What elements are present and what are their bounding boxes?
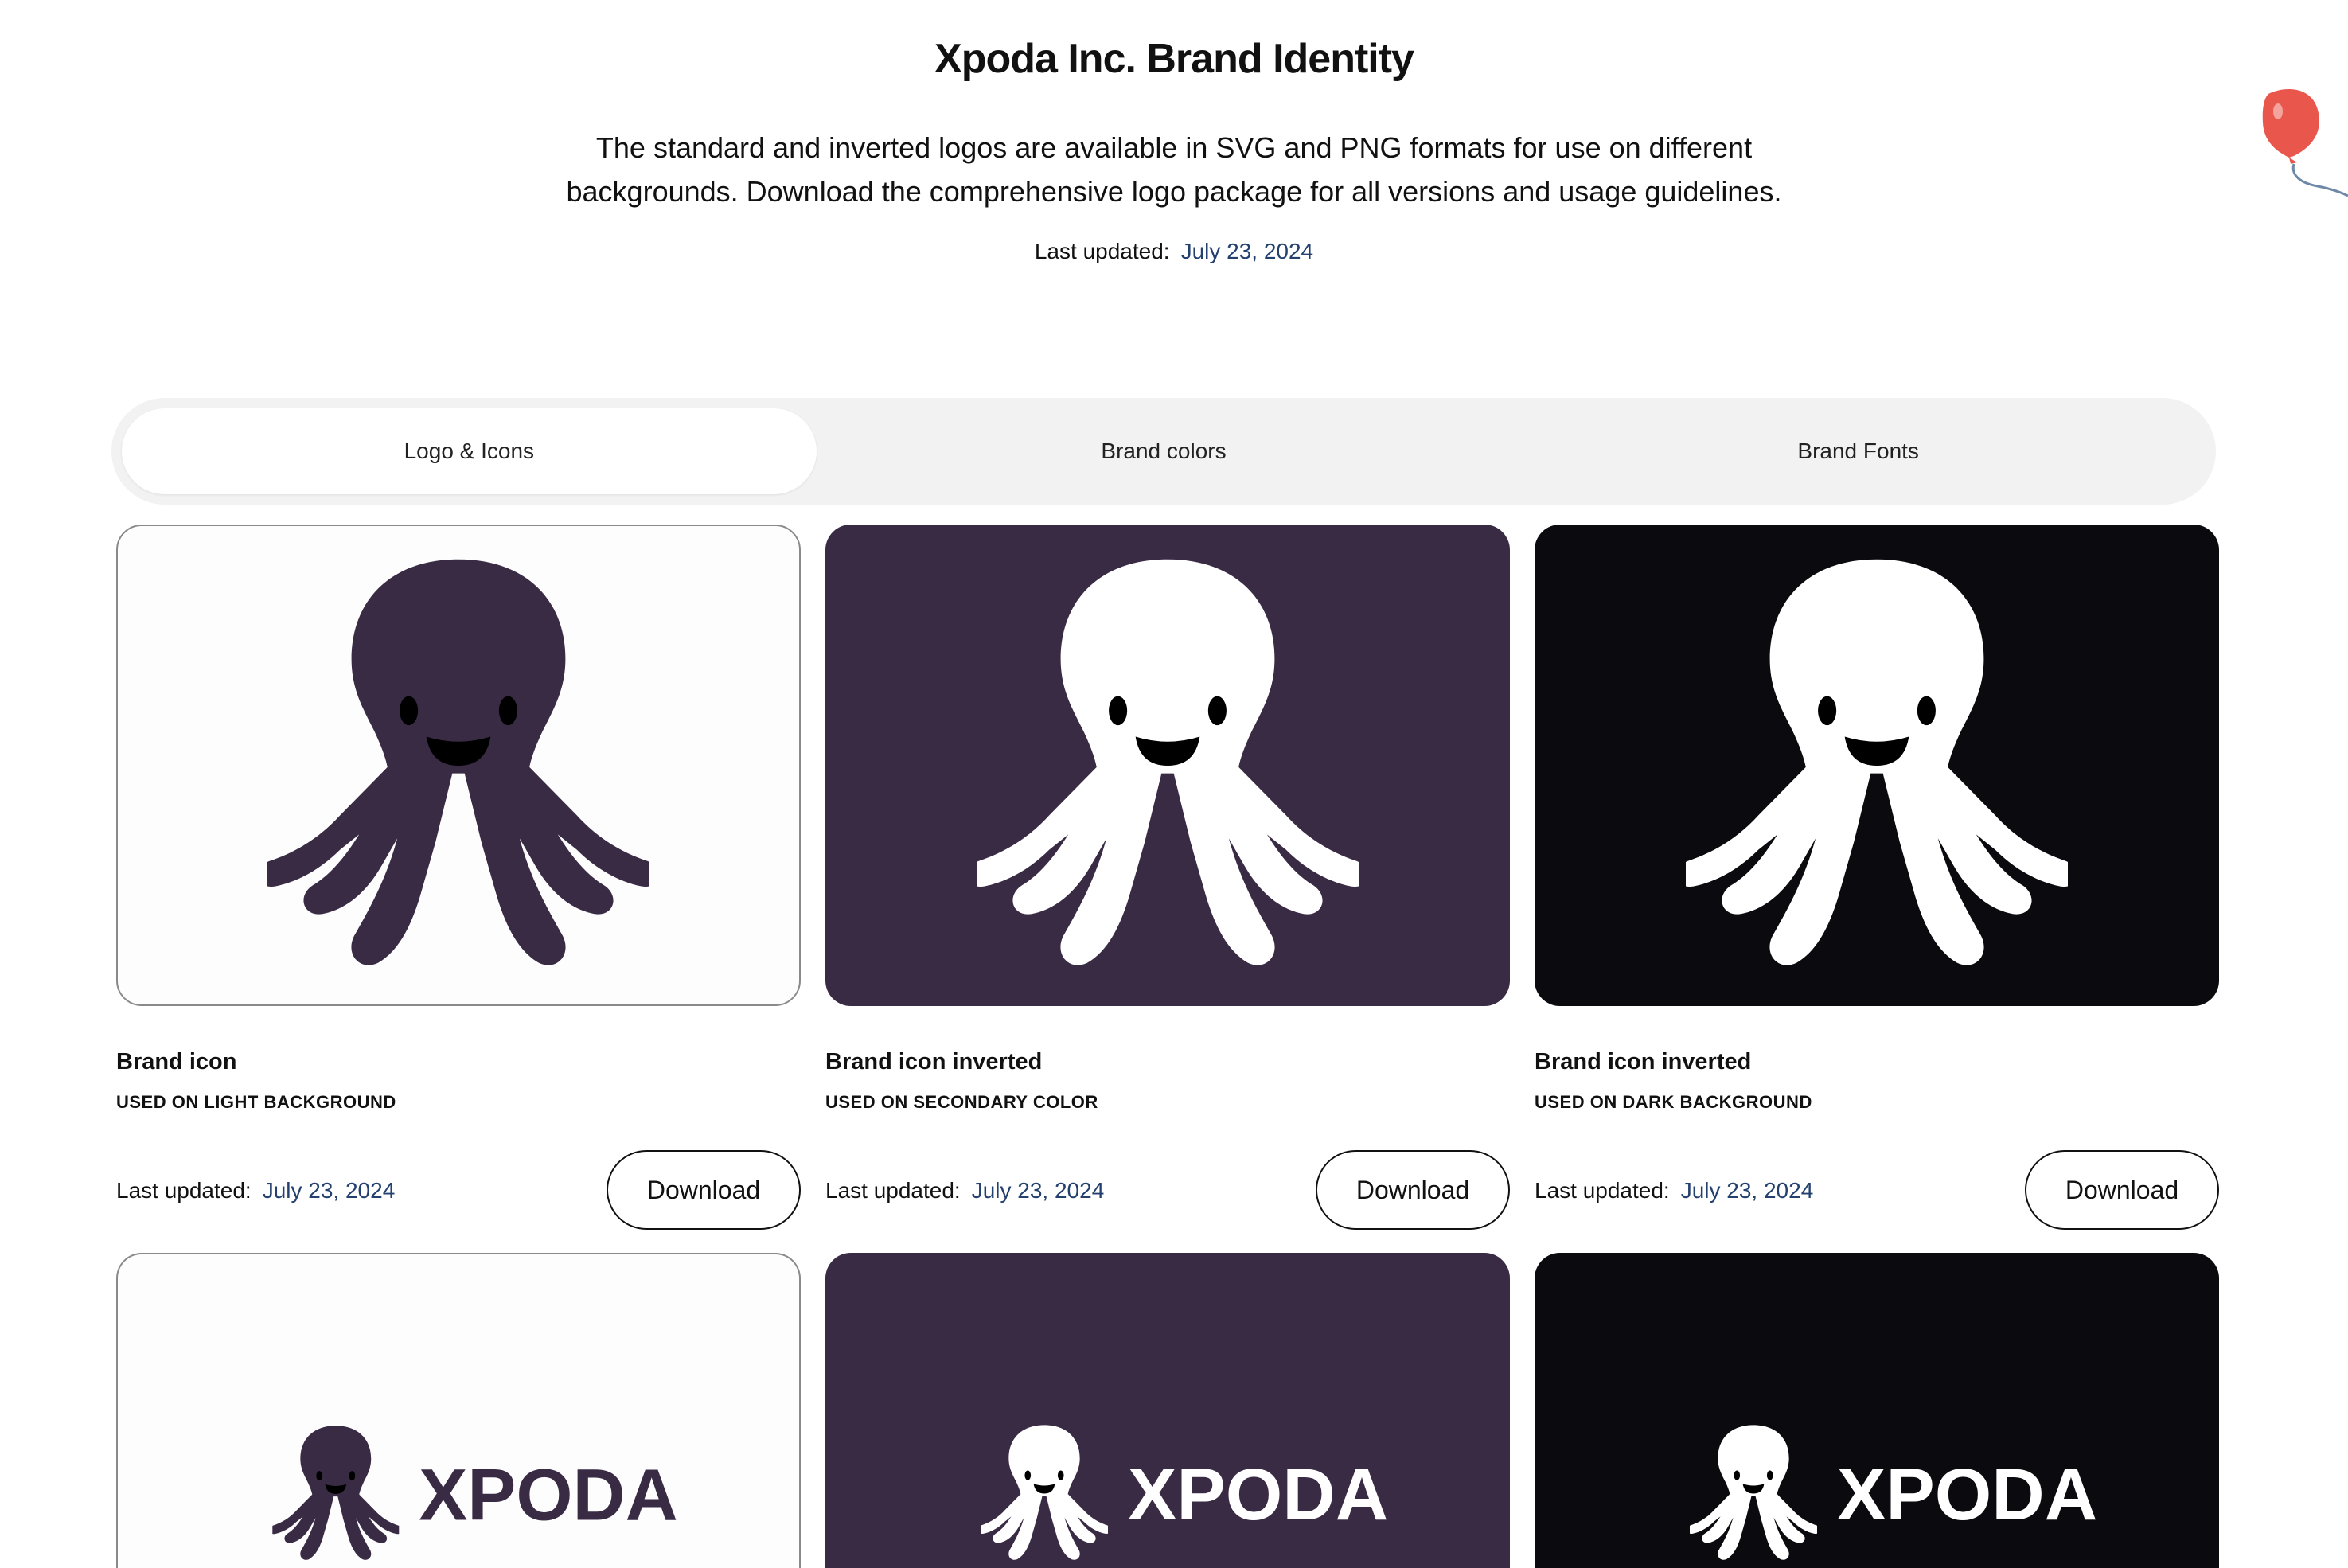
- logo-wordmark: XPODA: [1837, 1454, 2097, 1535]
- download-button[interactable]: Download: [1316, 1150, 1510, 1230]
- card-subtitle: USED ON DARK BACKGROUND: [1535, 1092, 1812, 1112]
- card-subtitle: USED ON LIGHT BACKGROUND: [116, 1092, 396, 1112]
- download-button[interactable]: Download: [2025, 1150, 2219, 1230]
- brand-logo-preview-secondary: XPODA: [825, 1253, 1510, 1568]
- balloon-icon: [2262, 89, 2348, 197]
- card-last-updated: Last updated: July 23, 2024: [825, 1178, 1104, 1203]
- octopus-icon: [977, 543, 1359, 989]
- download-button[interactable]: Download: [607, 1150, 801, 1230]
- card-title: Brand icon inverted: [825, 1049, 1043, 1075]
- octopus-icon: [977, 1425, 1110, 1559]
- card-subtitle: USED ON SECONDARY COLOR: [825, 1092, 1098, 1112]
- last-updated-label: Last updated:: [1535, 1178, 1670, 1203]
- last-updated-date: July 23, 2024: [1180, 239, 1314, 263]
- octopus-icon: [1686, 543, 2068, 989]
- last-updated-label: Last updated:: [1034, 239, 1170, 263]
- page-last-updated: Last updated: July 23, 2024: [0, 239, 2348, 264]
- card-last-updated: Last updated: July 23, 2024: [1535, 1178, 1813, 1203]
- card-title: Brand icon inverted: [1535, 1049, 1752, 1075]
- card-title: Brand icon: [116, 1049, 237, 1075]
- octopus-icon: [267, 543, 649, 989]
- tab-logo-icons[interactable]: Logo & Icons: [122, 408, 817, 494]
- tab-brand-colors[interactable]: Brand colors: [817, 408, 1511, 494]
- last-updated-date: July 23, 2024: [971, 1178, 1105, 1203]
- page-title: Xpoda Inc. Brand Identity: [934, 36, 1414, 82]
- tab-bar: Logo & Icons Brand colors Brand Fonts: [111, 398, 2216, 505]
- logo-lockup: XPODA: [825, 1253, 1388, 1568]
- page-description: The standard and inverted logos are avai…: [566, 131, 1782, 208]
- last-updated-label: Last updated:: [825, 1178, 961, 1203]
- logo-lockup: XPODA: [1535, 1253, 2097, 1568]
- brand-icon-preview-light: [116, 525, 801, 1006]
- tab-brand-fonts[interactable]: Brand Fonts: [1511, 408, 2206, 494]
- last-updated-date: July 23, 2024: [262, 1178, 396, 1203]
- brand-icon-preview-secondary: [825, 525, 1510, 1006]
- octopus-icon: [270, 1426, 402, 1560]
- brand-logo-preview-light: XPODA: [116, 1253, 801, 1568]
- last-updated-label: Last updated:: [116, 1178, 252, 1203]
- brand-icon-preview-dark: [1535, 525, 2219, 1006]
- brand-logo-preview-dark: XPODA: [1535, 1253, 2219, 1568]
- last-updated-date: July 23, 2024: [1680, 1178, 1814, 1203]
- logo-wordmark: XPODA: [1128, 1454, 1388, 1535]
- logo-wordmark: XPODA: [419, 1454, 677, 1535]
- octopus-icon: [1687, 1425, 1820, 1559]
- card-last-updated: Last updated: July 23, 2024: [116, 1178, 395, 1203]
- logo-lockup: XPODA: [118, 1254, 678, 1568]
